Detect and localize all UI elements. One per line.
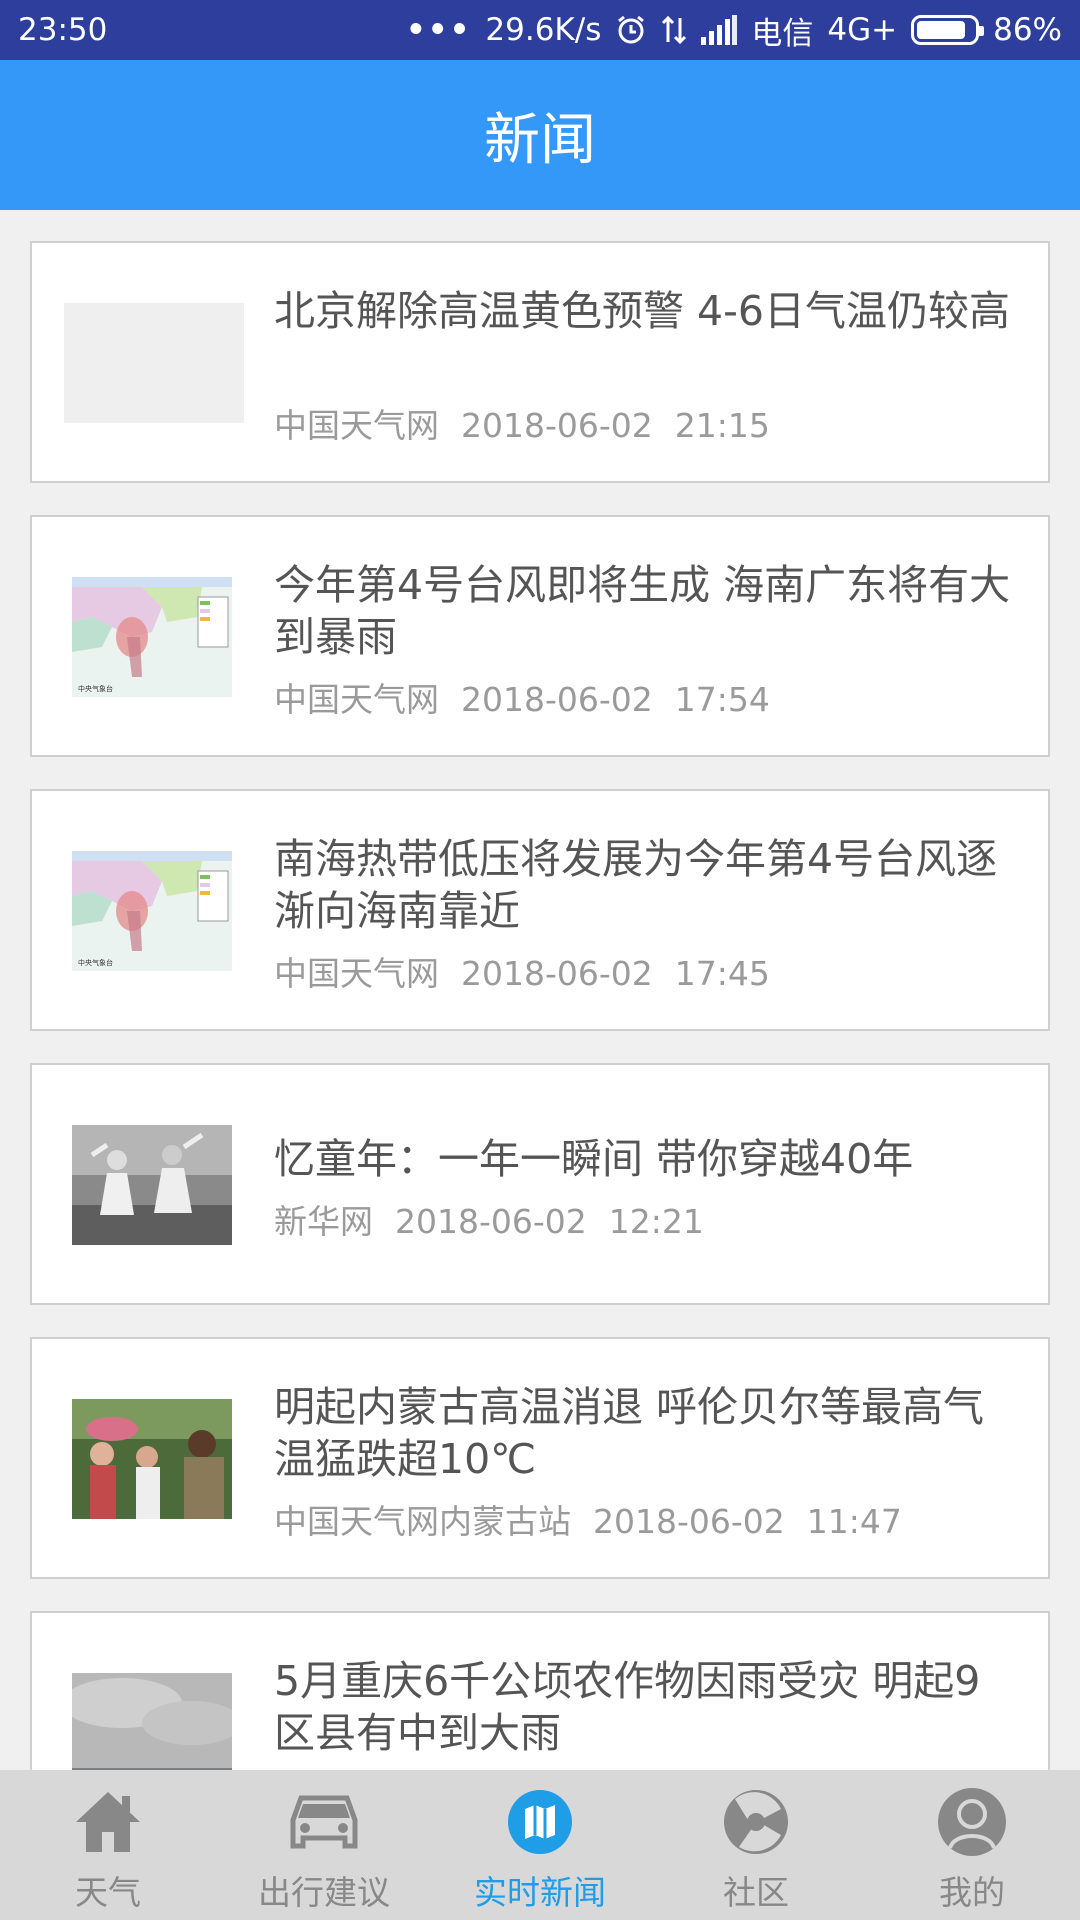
news-time: 17:54 <box>674 680 770 719</box>
map-book-icon <box>502 1784 578 1860</box>
news-meta: 中国天气网内蒙古站 2018-06-02 11:47 <box>274 1495 924 1543</box>
svg-text:中央气象台: 中央气象台 <box>78 958 113 967</box>
news-time: 11:47 <box>806 1502 902 1541</box>
news-title: 今年第4号台风即将生成 海南广东将有大到暴雨 <box>274 561 1011 661</box>
news-title: 5月重庆6千公顷农作物因雨受灾 明起9区县有中到大雨 <box>274 1657 981 1757</box>
network-type: 4G+ <box>827 12 898 48</box>
community-play-icon <box>718 1784 794 1860</box>
news-meta: 新华网 2018-06-02 12:21 <box>274 1195 726 1243</box>
news-title: 南海热带低压将发展为今年第4号台风逐渐向海南靠近 <box>274 835 998 935</box>
battery-fill <box>917 21 966 39</box>
nav-tab-profile[interactable]: 我的 <box>864 1770 1080 1920</box>
news-thumbnail-photo <box>72 1673 232 1770</box>
news-item[interactable]: 中央气象台 南海热带低压将发展为今年第4号台风逐渐向海南靠近 中国天气网 2018… <box>30 789 1050 1031</box>
news-thumbnail-placeholder <box>64 303 244 423</box>
network-speed: 29.6K/s <box>485 12 602 48</box>
news-meta: 中国天气网 2018-06-02 21:15 <box>274 399 792 447</box>
home-icon <box>70 1784 146 1860</box>
news-time: 17:45 <box>674 954 770 993</box>
news-title: 明起内蒙古高温消退 呼伦贝尔等最高气温猛跌超10℃ <box>274 1383 985 1483</box>
alarm-icon <box>615 14 647 46</box>
more-notifications-icon: ••• <box>405 12 472 48</box>
news-meta: 中国天气网 2018-06-02 17:54 <box>274 673 792 721</box>
news-thumbnail-typhoon-map: 中央气象台 <box>72 577 232 697</box>
news-time: 21:15 <box>674 406 770 445</box>
app-header: 新闻 <box>0 60 1080 210</box>
news-date: 2018-06-02 <box>461 680 653 719</box>
news-source: 新华网 <box>274 1202 373 1241</box>
nav-tab-realtime-news[interactable]: 实时新闻 <box>432 1770 648 1920</box>
nav-tab-travel-advice[interactable]: 出行建议 <box>216 1770 432 1920</box>
news-title: 北京解除高温黄色预警 4-6日气温仍较高 <box>274 287 1010 335</box>
news-item[interactable]: 明起内蒙古高温消退 呼伦贝尔等最高气温猛跌超10℃ 中国天气网内蒙古站 2018-… <box>30 1337 1050 1579</box>
news-source: 中国天气网内蒙古站 <box>274 1502 571 1541</box>
status-bar: 23:50 ••• 29.6K/s 电信 4G+ 86% <box>0 0 1080 60</box>
news-thumbnail-photo <box>72 1125 232 1245</box>
news-item[interactable]: 忆童年：一年一瞬间 带你穿越40年 新华网 2018-06-02 12:21 <box>30 1063 1050 1305</box>
bottom-navigation: 天气 出行建议 实时新闻 社区 我的 <box>0 1770 1080 1920</box>
news-date: 2018-06-02 <box>593 1502 785 1541</box>
svg-text:中央气象台: 中央气象台 <box>78 684 113 693</box>
battery-percent: 86% <box>993 12 1062 48</box>
data-transfer-icon <box>661 14 687 46</box>
signal-icon <box>701 15 738 45</box>
news-item[interactable]: 5月重庆6千公顷农作物因雨受灾 明起9区县有中到大雨 <box>30 1611 1050 1770</box>
news-item[interactable]: 北京解除高温黄色预警 4-6日气温仍较高 中国天气网 2018-06-02 21:1… <box>30 241 1050 483</box>
news-source: 中国天气网 <box>274 680 439 719</box>
news-title: 忆童年：一年一瞬间 带你穿越40年 <box>274 1135 914 1183</box>
news-source: 中国天气网 <box>274 954 439 993</box>
nav-label: 我的 <box>939 1873 1005 1912</box>
nav-label: 社区 <box>723 1873 789 1912</box>
news-list[interactable]: 北京解除高温黄色预警 4-6日气温仍较高 中国天气网 2018-06-02 21:1… <box>0 210 1080 1770</box>
page-title: 新闻 <box>484 107 596 173</box>
nav-label: 出行建议 <box>258 1873 390 1912</box>
battery-icon <box>911 15 985 45</box>
nav-tab-community[interactable]: 社区 <box>648 1770 864 1920</box>
user-icon <box>934 1784 1010 1860</box>
news-date: 2018-06-02 <box>395 1202 587 1241</box>
news-meta: 中国天气网 2018-06-02 17:45 <box>274 947 792 995</box>
carrier-name: 电信 <box>751 15 814 52</box>
car-icon <box>286 1784 362 1860</box>
news-date: 2018-06-02 <box>461 406 653 445</box>
news-item[interactable]: 中央气象台 今年第4号台风即将生成 海南广东将有大到暴雨 中国天气网 2018-0… <box>30 515 1050 757</box>
status-time: 23:50 <box>18 12 108 48</box>
news-thumbnail-photo <box>72 1399 232 1519</box>
news-thumbnail-typhoon-map: 中央气象台 <box>72 851 232 971</box>
nav-tab-weather[interactable]: 天气 <box>0 1770 216 1920</box>
news-source: 中国天气网 <box>274 406 439 445</box>
news-date: 2018-06-02 <box>461 954 653 993</box>
nav-label: 实时新闻 <box>474 1873 606 1912</box>
nav-label: 天气 <box>75 1873 141 1912</box>
news-time: 12:21 <box>608 1202 704 1241</box>
